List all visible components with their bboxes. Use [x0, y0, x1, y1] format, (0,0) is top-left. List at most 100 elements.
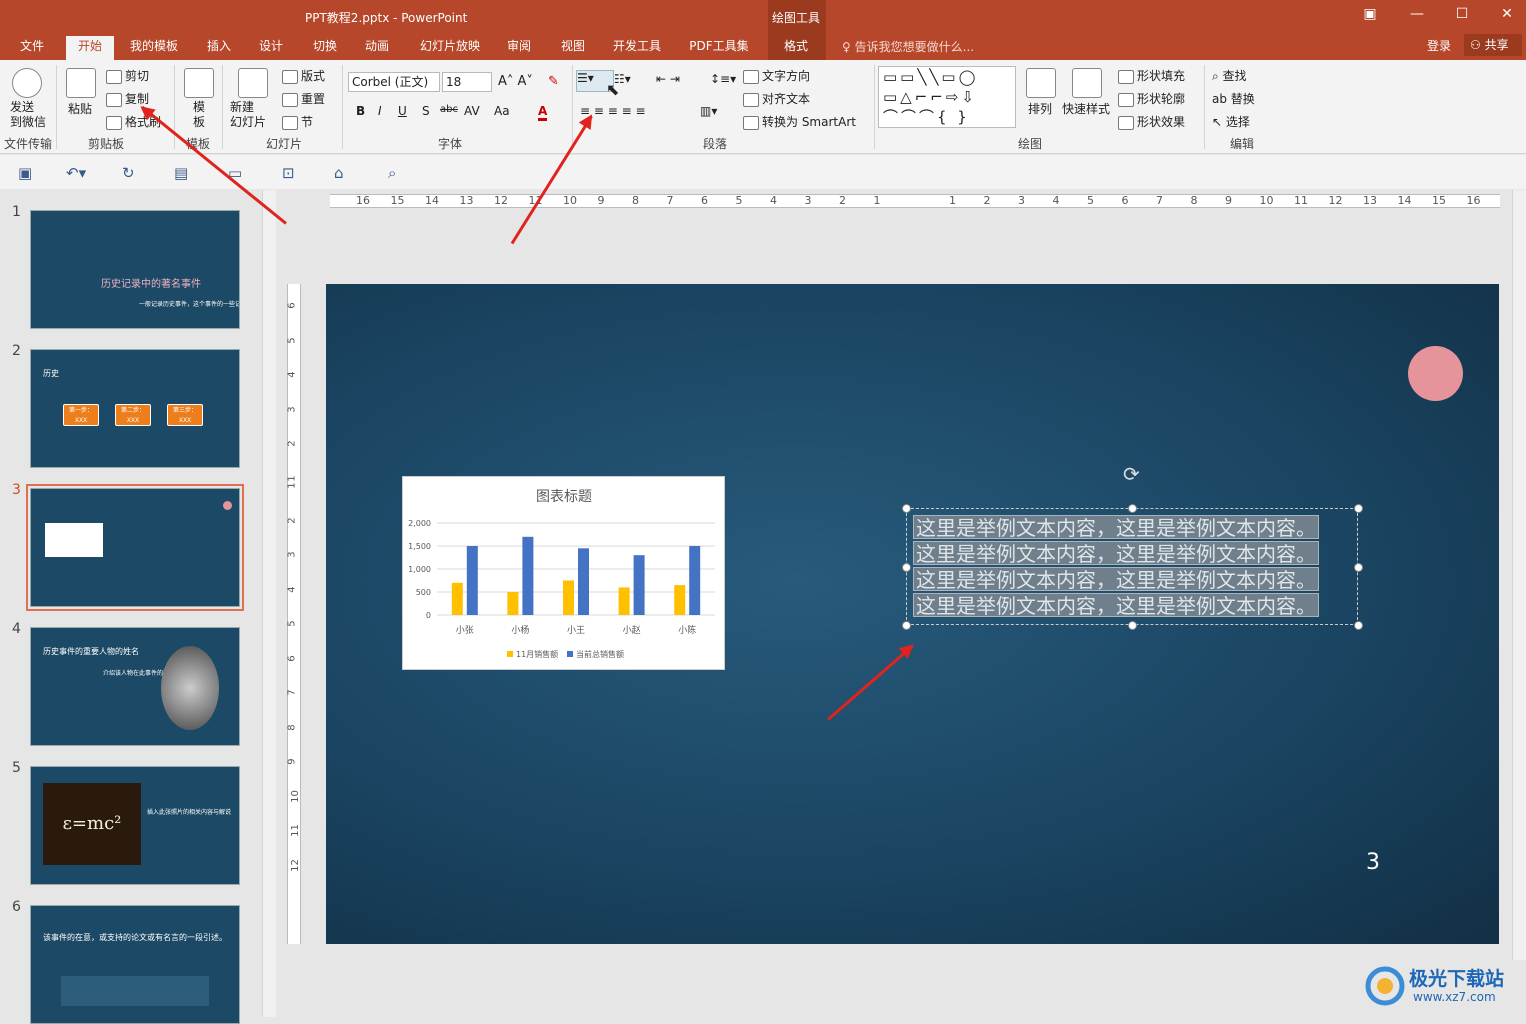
undo-icon[interactable]: ↶▾	[66, 164, 86, 182]
tab-6[interactable]: 动画	[358, 36, 396, 60]
slide-canvas[interactable]: 3 图表标题 0 500 1,000 1,500 2,000 小张 小杨 小王 小赵 小陈 11月销售…	[326, 284, 1499, 944]
align-text-button[interactable]: 对齐文本	[743, 90, 810, 107]
tab-3[interactable]: 插入	[200, 36, 238, 60]
columns-button[interactable]: ▥▾	[700, 104, 717, 118]
char-spacing-button[interactable]: AV	[464, 104, 480, 118]
tab-0[interactable]: 文件	[18, 36, 46, 60]
cut-button[interactable]: 剪切	[106, 67, 149, 84]
rotate-handle-icon[interactable]: ⟳	[1123, 462, 1140, 486]
resize-handle[interactable]	[1128, 621, 1137, 630]
maximize-icon[interactable]: ☐	[1449, 6, 1475, 22]
template-button[interactable]: 模 板	[193, 100, 205, 130]
editor-scrollbar[interactable]	[1512, 190, 1526, 960]
section-button[interactable]: 节	[282, 113, 313, 130]
thumbnail-number: 3	[12, 482, 21, 498]
slideshow-icon[interactable]: ▤	[174, 164, 188, 182]
italic-button[interactable]: I	[378, 104, 382, 118]
y-tick-label: 0	[426, 611, 431, 620]
find-button[interactable]: ⌕ 查找	[1212, 67, 1247, 84]
text-line[interactable]: 这里是举例文本内容，这里是举例文本内容。	[913, 541, 1319, 566]
smartart-button[interactable]: 转换为 SmartArt	[743, 113, 856, 130]
ruler-tick-label: 4	[286, 585, 298, 593]
tab-8[interactable]: 审阅	[500, 36, 538, 60]
font-size-combo[interactable]: 18	[442, 72, 492, 92]
shapes-gallery[interactable]: ▭▭╲╲▭◯ ▭△⌐⌐⇨⇩ ⌒⌒⌒{ }	[878, 66, 1016, 128]
resize-handle[interactable]	[1354, 563, 1363, 572]
ruler-tick-label: 2	[286, 516, 298, 524]
send-to-wechat-button[interactable]: 发送 到微信	[10, 100, 46, 130]
tab-9[interactable]: 视图	[554, 36, 592, 60]
share-button[interactable]: ⚇ 共享	[1464, 34, 1522, 56]
tab-10[interactable]: 开发工具	[604, 36, 670, 60]
resize-handle[interactable]	[902, 504, 911, 513]
underline-button[interactable]: U	[398, 104, 407, 118]
reset-button[interactable]: 重置	[282, 90, 325, 107]
tab-2[interactable]: 我的模板	[120, 36, 188, 60]
present-icon[interactable]: ⌂	[334, 164, 344, 182]
tab-5[interactable]: 切换	[306, 36, 344, 60]
slide-thumbnail[interactable]: 该事件的在意，或支持的论文或有名言的一段引述。	[30, 905, 240, 1024]
step-sub: XXX	[74, 417, 88, 424]
slide-thumbnail[interactable]	[26, 484, 244, 611]
close-icon[interactable]: ✕	[1494, 6, 1520, 22]
tab-11[interactable]: PDF工具集	[680, 36, 758, 60]
slide-thumbnail[interactable]: 历史记录中的著名事件一般记录历史事件，这个事件的一些记录。	[30, 210, 240, 329]
selected-textbox[interactable]: 这里是举例文本内容，这里是举例文本内容。 这里是举例文本内容，这里是举例文本内容…	[902, 504, 1363, 630]
screen-icon[interactable]: ⊡	[282, 164, 295, 182]
bold-button[interactable]: B	[356, 104, 365, 118]
slide-thumbnail[interactable]: 此处照片的标题插入此张照片的相关内容与解说ε=mc²	[30, 766, 240, 885]
layout-button[interactable]: 版式	[282, 67, 325, 84]
ruler-tick-label: 12	[289, 858, 301, 872]
thumbnail-step-box: 第一步： XXX	[63, 404, 99, 426]
resize-handle[interactable]	[1128, 504, 1137, 513]
shape-fill-button[interactable]: 形状填充	[1118, 67, 1185, 84]
font-color-button[interactable]: A	[538, 104, 548, 121]
tab-7[interactable]: 幻灯片放映	[412, 36, 488, 60]
shape-effects-button[interactable]: 形状效果	[1118, 113, 1185, 130]
paste-button[interactable]: 粘贴	[68, 100, 92, 117]
resize-handle[interactable]	[902, 563, 911, 572]
font-grow-shrink[interactable]: A˄ A˅	[498, 74, 533, 89]
arrange-button[interactable]: 排列	[1028, 100, 1052, 117]
text-line[interactable]: 这里是举例文本内容，这里是举例文本内容。	[913, 515, 1319, 540]
resize-handle[interactable]	[902, 621, 911, 630]
new-slide-button[interactable]: 新建 幻灯片	[230, 100, 266, 130]
redo-icon[interactable]: ↻	[122, 164, 135, 182]
shape-outline-button[interactable]: 形状轮廓	[1118, 90, 1185, 107]
preview-icon[interactable]: ⌕	[388, 164, 396, 182]
tell-me-search[interactable]: ♀ 告诉我您想要做什么...	[842, 38, 974, 55]
quick-styles-button[interactable]: 快速样式	[1062, 100, 1110, 117]
minimize-icon[interactable]: —	[1404, 6, 1430, 22]
line-spacing-button[interactable]: ↕≡▾	[710, 72, 736, 86]
ruler-tick-label: 11	[289, 824, 301, 837]
resize-handle[interactable]	[1354, 621, 1363, 630]
text-line[interactable]: 这里是举例文本内容，这里是举例文本内容。	[913, 567, 1319, 592]
clear-format-icon[interactable]: ✎	[548, 74, 559, 89]
tab-1[interactable]: 开始	[66, 36, 114, 60]
pink-circle-shape[interactable]	[1408, 346, 1463, 401]
tab-12[interactable]: 格式	[770, 36, 822, 60]
slide-thumbnail[interactable]: 历史 第一步： XXX 第二步： XXX 第三步： XXX	[30, 349, 240, 468]
replace-button[interactable]: ab 替换	[1212, 90, 1255, 107]
mouse-cursor-icon: ⬉	[606, 80, 620, 99]
shadow-button[interactable]: S	[422, 104, 430, 118]
x-tick-label: 小陈	[678, 624, 696, 636]
font-name-combo[interactable]: Corbel (正文)	[348, 72, 440, 92]
strikethrough-button[interactable]: abc	[440, 104, 458, 115]
change-case-button[interactable]: Aa	[494, 104, 510, 118]
resize-handle[interactable]	[1354, 504, 1363, 513]
y-tick-label: 500	[416, 588, 431, 597]
chart-object[interactable]: 图表标题 0 500 1,000 1,500 2,000 小张 小杨 小王 小赵 小陈 11月销售额 当…	[402, 476, 725, 670]
ribbon-display-icon[interactable]: ▣	[1357, 6, 1383, 22]
slide-thumbnail[interactable]: 历史事件的重要人物的姓名 介绍该人物在此事件的影响。	[30, 627, 240, 746]
save-icon[interactable]: ▣	[18, 164, 32, 182]
tab-4[interactable]: 设计	[252, 36, 290, 60]
ruler-tick-label: 13	[459, 194, 474, 207]
text-line[interactable]: 这里是举例文本内容，这里是举例文本内容。	[913, 593, 1319, 618]
indent-buttons[interactable]: ⇤ ⇥	[656, 72, 680, 86]
watermark-logo: 极光下载站 www.xz7.com	[1365, 962, 1523, 1012]
select-button[interactable]: ↖ 选择	[1212, 113, 1250, 130]
text-direction-button[interactable]: 文字方向	[743, 67, 810, 84]
login-link[interactable]: 登录	[1427, 37, 1451, 54]
thumbnail-scrollbar[interactable]	[262, 190, 276, 1017]
